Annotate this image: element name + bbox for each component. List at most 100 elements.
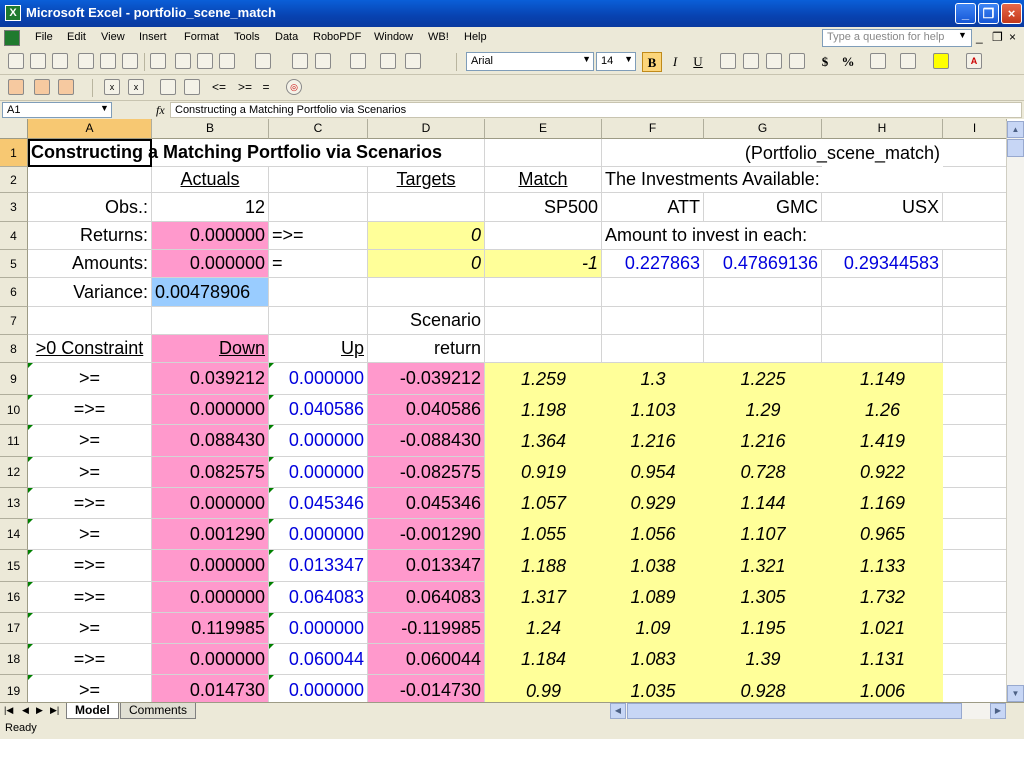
scenario-up[interactable]: 0.000000 [269, 425, 368, 457]
scenario-att[interactable]: 0.954 [602, 457, 704, 488]
scroll-right-icon[interactable]: ▶ [990, 703, 1006, 719]
scenario-gmc[interactable]: 1.195 [704, 613, 822, 644]
scenario-op[interactable]: >= [28, 457, 152, 488]
scenario-gmc[interactable]: 1.225 [704, 363, 822, 395]
growth-chart-icon[interactable] [184, 79, 200, 95]
scenario-att[interactable]: 1.083 [602, 644, 704, 675]
bold-button[interactable]: B [642, 52, 662, 72]
scenario-sp500[interactable]: 1.184 [485, 644, 602, 675]
cell-c7[interactable] [269, 307, 368, 335]
scenario-up[interactable]: 0.013347 [269, 550, 368, 582]
merge-center-icon[interactable] [789, 53, 805, 69]
currency-button[interactable]: $ [815, 52, 835, 72]
row-header-18[interactable]: 18 [0, 644, 28, 675]
cell-a3-obs-label[interactable]: Obs.: [28, 193, 152, 222]
close-button[interactable]: × [1001, 3, 1022, 24]
column-header-d[interactable]: D [368, 119, 485, 139]
cell-i7[interactable] [943, 307, 1007, 335]
scenario-op[interactable]: >= [28, 675, 152, 702]
scenario-att[interactable]: 1.09 [602, 613, 704, 644]
last-sheet-icon[interactable]: ▶| [50, 705, 59, 716]
row-header-7[interactable]: 7 [0, 307, 28, 335]
row-header-3[interactable]: 3 [0, 193, 28, 222]
cell-h5-usx-amount[interactable]: 0.29344583 [822, 250, 943, 278]
scenario-usx[interactable]: 1.169 [822, 488, 943, 519]
column-header-h[interactable]: H [822, 119, 943, 139]
menu-window[interactable]: Window [374, 31, 413, 43]
row-header-5[interactable]: 5 [0, 250, 28, 278]
scenario-op[interactable]: =>= [28, 644, 152, 675]
paste-icon[interactable] [219, 53, 235, 69]
scenario-gmc[interactable]: 1.29 [704, 395, 822, 425]
hyperlink-icon[interactable] [292, 53, 308, 69]
scenario-down[interactable]: 0.000000 [152, 488, 269, 519]
row-header-19[interactable]: 19 [0, 675, 28, 702]
scenario-up[interactable]: 0.045346 [269, 488, 368, 519]
font-size-combo[interactable]: 14 ▼ [596, 52, 636, 71]
cell-i18[interactable] [943, 644, 1007, 675]
scenario-usx[interactable]: 1.131 [822, 644, 943, 675]
cell-i8[interactable] [943, 335, 1007, 363]
select-all-corner[interactable] [0, 119, 28, 139]
cell-e7[interactable] [485, 307, 602, 335]
scenario-up[interactable]: 0.000000 [269, 363, 368, 395]
scenario-return[interactable]: -0.039212 [368, 363, 485, 395]
print-icon[interactable] [100, 53, 116, 69]
new-icon[interactable] [8, 53, 24, 69]
scenario-op[interactable]: >= [28, 519, 152, 550]
excel-app-icon[interactable]: X [5, 5, 21, 21]
column-header-f[interactable]: F [602, 119, 704, 139]
scenario-usx[interactable]: 1.133 [822, 550, 943, 582]
cell-i9[interactable] [943, 363, 1007, 395]
row-header-8[interactable]: 8 [0, 335, 28, 363]
font-color-icon[interactable]: A [966, 53, 982, 69]
cell-i6[interactable] [943, 278, 1007, 307]
row-header-12[interactable]: 12 [0, 457, 28, 488]
vertical-scroll-thumb[interactable] [1007, 139, 1024, 157]
scenario-op[interactable]: =>= [28, 488, 152, 519]
row-header-6[interactable]: 6 [0, 278, 28, 307]
underline-button[interactable]: U [688, 52, 708, 72]
scenario-return[interactable]: 0.064083 [368, 582, 485, 613]
column-header-e[interactable]: E [485, 119, 602, 139]
cell-h7[interactable] [822, 307, 943, 335]
cell-i5[interactable] [943, 250, 1007, 278]
scenario-gmc[interactable]: 1.39 [704, 644, 822, 675]
scroll-down-icon[interactable]: ▼ [1007, 685, 1024, 702]
chart-wizard-icon[interactable] [380, 53, 396, 69]
workbook-close-button[interactable]: × [1009, 30, 1016, 44]
cell-a8-constraint-header[interactable]: >0 Constraint [28, 335, 152, 363]
autosum-icon[interactable] [315, 53, 331, 69]
font-name-combo[interactable]: Arial ▼ [466, 52, 594, 71]
scenario-gmc[interactable]: 1.321 [704, 550, 822, 582]
cell-i1[interactable] [943, 139, 1007, 167]
scenario-up[interactable]: 0.064083 [269, 582, 368, 613]
scenario-att[interactable]: 1.038 [602, 550, 704, 582]
table-icon[interactable] [8, 79, 24, 95]
scenario-down[interactable]: 0.088430 [152, 425, 269, 457]
scenario-sp500[interactable]: 1.24 [485, 613, 602, 644]
cell-g5-gmc-amount[interactable]: 0.47869136 [704, 250, 822, 278]
cell-d5-amounts-target[interactable]: 0 [368, 250, 485, 278]
scenario-return[interactable]: 0.045346 [368, 488, 485, 519]
row-header-16[interactable]: 16 [0, 582, 28, 613]
borders-icon[interactable] [900, 53, 916, 69]
scenario-usx[interactable]: 1.021 [822, 613, 943, 644]
cell-g6[interactable] [704, 278, 822, 307]
scenario-sp500[interactable]: 1.317 [485, 582, 602, 613]
scenario-gmc[interactable]: 1.305 [704, 582, 822, 613]
scenario-down[interactable]: 0.014730 [152, 675, 269, 702]
scenario-att[interactable]: 1.216 [602, 425, 704, 457]
cell-b4-returns-actual[interactable]: 0.000000 [152, 222, 269, 250]
scenario-down[interactable]: 0.000000 [152, 550, 269, 582]
save-icon[interactable] [52, 53, 68, 69]
cell-f2-investments-header[interactable]: The Investments Available: [602, 167, 943, 193]
print-preview-icon[interactable] [122, 53, 138, 69]
percent-button[interactable]: % [838, 52, 858, 72]
workbook-icon[interactable] [4, 30, 20, 46]
ge-button[interactable]: >= [232, 78, 258, 98]
scenario-sp500[interactable]: 0.919 [485, 457, 602, 488]
copy-icon[interactable] [197, 53, 213, 69]
cell-d3[interactable] [368, 193, 485, 222]
scenario-gmc[interactable]: 1.144 [704, 488, 822, 519]
